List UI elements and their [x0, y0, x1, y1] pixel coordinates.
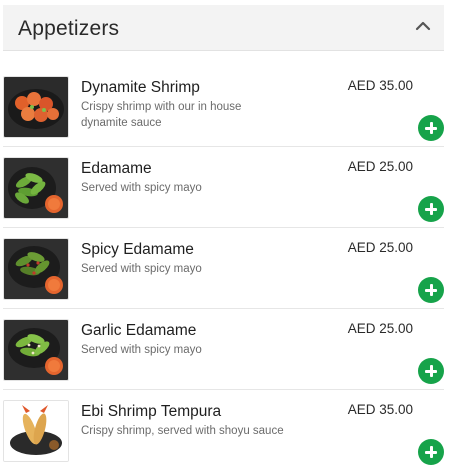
- item-name: Spicy Edamame: [81, 241, 194, 258]
- item-name: Edamame: [81, 160, 152, 177]
- section-title: Appetizers: [18, 17, 120, 40]
- garlic-edamame-photo: [3, 319, 69, 381]
- plus-circle-icon[interactable]: [418, 196, 444, 222]
- item-name: Ebi Shrimp Tempura: [81, 403, 222, 420]
- item-description: Crispy shrimp with our in house dynamite…: [81, 101, 242, 129]
- menu-item-garlic-edamame[interactable]: Garlic Edamame Served with spicy mayo AE…: [3, 309, 444, 390]
- plus-circle-icon[interactable]: [418, 115, 444, 141]
- plus-circle-icon[interactable]: [418, 277, 444, 303]
- menu-item-ebi-shrimp-tempura[interactable]: Ebi Shrimp Tempura Crispy shrimp, served…: [3, 390, 444, 471]
- item-price: AED 25.00: [347, 159, 413, 174]
- menu-item-edamame[interactable]: Edamame Served with spicy mayo AED 25.00: [3, 147, 444, 228]
- ebi-shrimp-tempura-photo: [3, 400, 69, 462]
- item-name: Dynamite Shrimp: [81, 79, 200, 96]
- edamame-photo: [3, 157, 69, 219]
- item-description: Served with spicy mayo: [81, 263, 202, 275]
- section-header[interactable]: Appetizers: [3, 5, 444, 51]
- item-description: Served with spicy mayo: [81, 182, 202, 194]
- item-price: AED 35.00: [347, 78, 413, 93]
- menu-item-spicy-edamame[interactable]: Spicy Edamame Served with spicy mayo AED…: [3, 228, 444, 309]
- item-name: Garlic Edamame: [81, 322, 197, 339]
- dynamite-shrimp-photo: [3, 76, 69, 138]
- plus-circle-icon[interactable]: [418, 439, 444, 465]
- item-description: Crispy shrimp, served with shoyu sauce: [81, 425, 284, 437]
- spicy-edamame-photo: [3, 238, 69, 300]
- menu-item-dynamite-shrimp[interactable]: Dynamite Shrimp Crispy shrimp with our i…: [3, 66, 444, 147]
- plus-circle-icon[interactable]: [418, 358, 444, 384]
- item-price: AED 25.00: [347, 321, 413, 336]
- item-description: Served with spicy mayo: [81, 344, 202, 356]
- chevron-up-icon[interactable]: [414, 17, 432, 35]
- item-price: AED 25.00: [347, 240, 413, 255]
- item-price: AED 35.00: [347, 402, 413, 417]
